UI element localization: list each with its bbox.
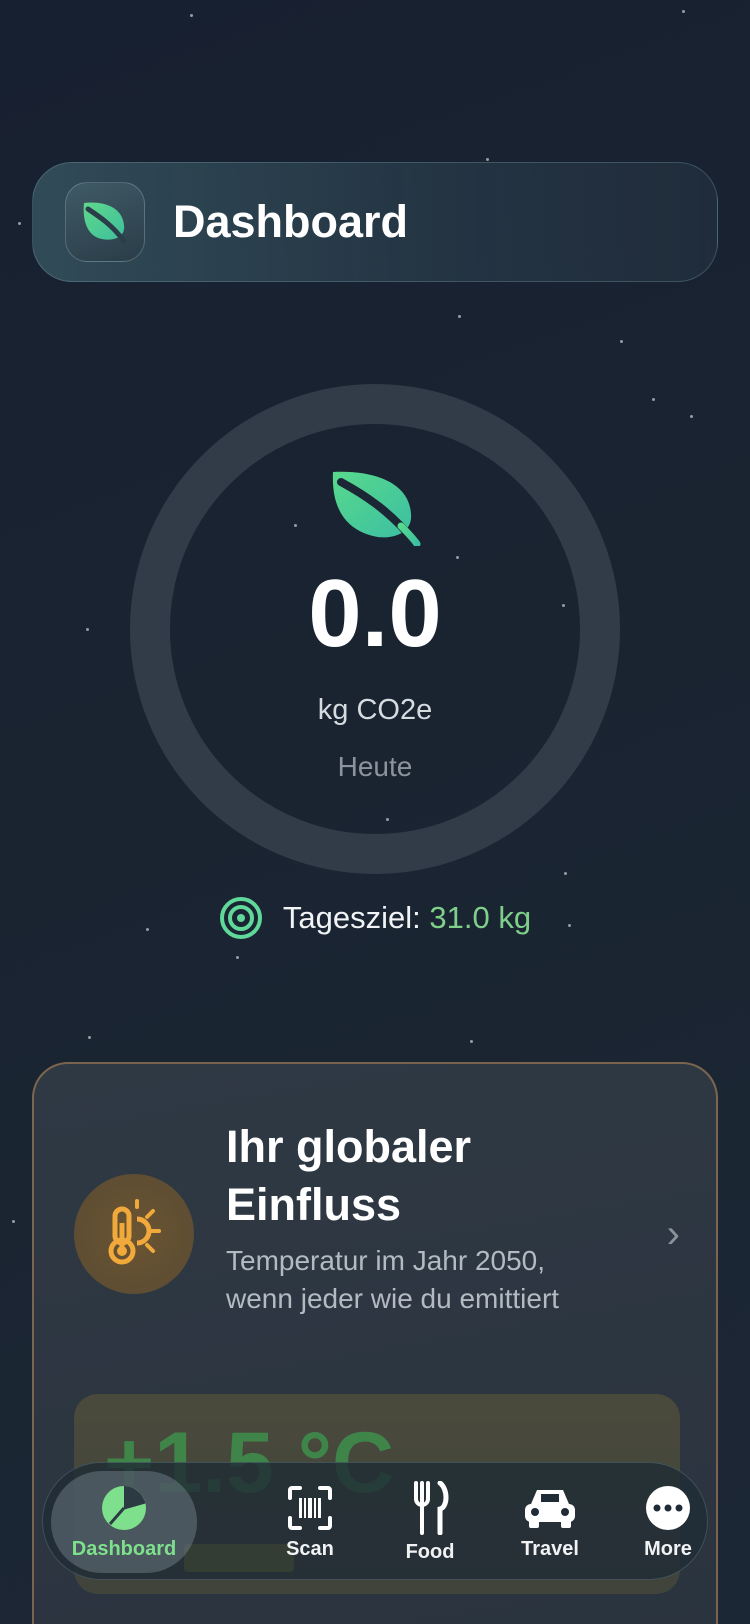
tab-bar: Dashboard Scan Food Travel More <box>42 1462 708 1580</box>
tab-label-dashboard: Dashboard <box>71 1537 177 1560</box>
impact-icon-badge <box>74 1174 194 1294</box>
card-description: Temperatur im Jahr 2050, wenn jeder wie … <box>226 1245 560 1314</box>
tab-travel[interactable]: Travel <box>485 1463 615 1581</box>
header-bar: Dashboard <box>32 162 718 282</box>
chevron-right-icon[interactable]: › <box>667 1212 680 1257</box>
app-logo <box>65 182 145 262</box>
page-title: Dashboard <box>173 196 409 247</box>
emissions-value: 0.0 <box>308 560 442 667</box>
leaf-icon <box>332 471 421 546</box>
barcode-scan-icon <box>288 1485 332 1530</box>
goal-value: 31.0 kg <box>429 900 532 935</box>
tab-food[interactable]: Food <box>365 1463 495 1581</box>
tab-dashboard[interactable]: Dashboard <box>51 1471 197 1573</box>
tab-label-scan: Scan <box>286 1537 334 1560</box>
daily-goal: Tagesziel: 31.0 kg <box>0 896 750 940</box>
car-icon <box>525 1489 575 1528</box>
leaf-icon <box>83 202 127 244</box>
tab-label-travel: Travel <box>521 1537 579 1560</box>
card-title: Ihr globaler Einfluss <box>226 1121 472 1230</box>
emissions-unit: kg CO2e <box>317 694 433 726</box>
goal-label: Tagesziel: <box>282 900 421 935</box>
fork-knife-icon <box>414 1480 449 1535</box>
more-icon <box>646 1485 690 1530</box>
pie-chart-icon <box>102 1485 146 1530</box>
tab-label-food: Food <box>405 1540 455 1563</box>
tab-scan[interactable]: Scan <box>245 1463 375 1581</box>
emissions-summary: 0.0 kg CO2e Heute <box>130 384 620 874</box>
tab-more[interactable]: More <box>603 1463 733 1581</box>
emissions-period: Heute <box>337 751 413 782</box>
thermometer-sun-icon <box>108 1199 161 1265</box>
target-icon <box>219 897 262 939</box>
tab-label-more: More <box>644 1537 692 1560</box>
